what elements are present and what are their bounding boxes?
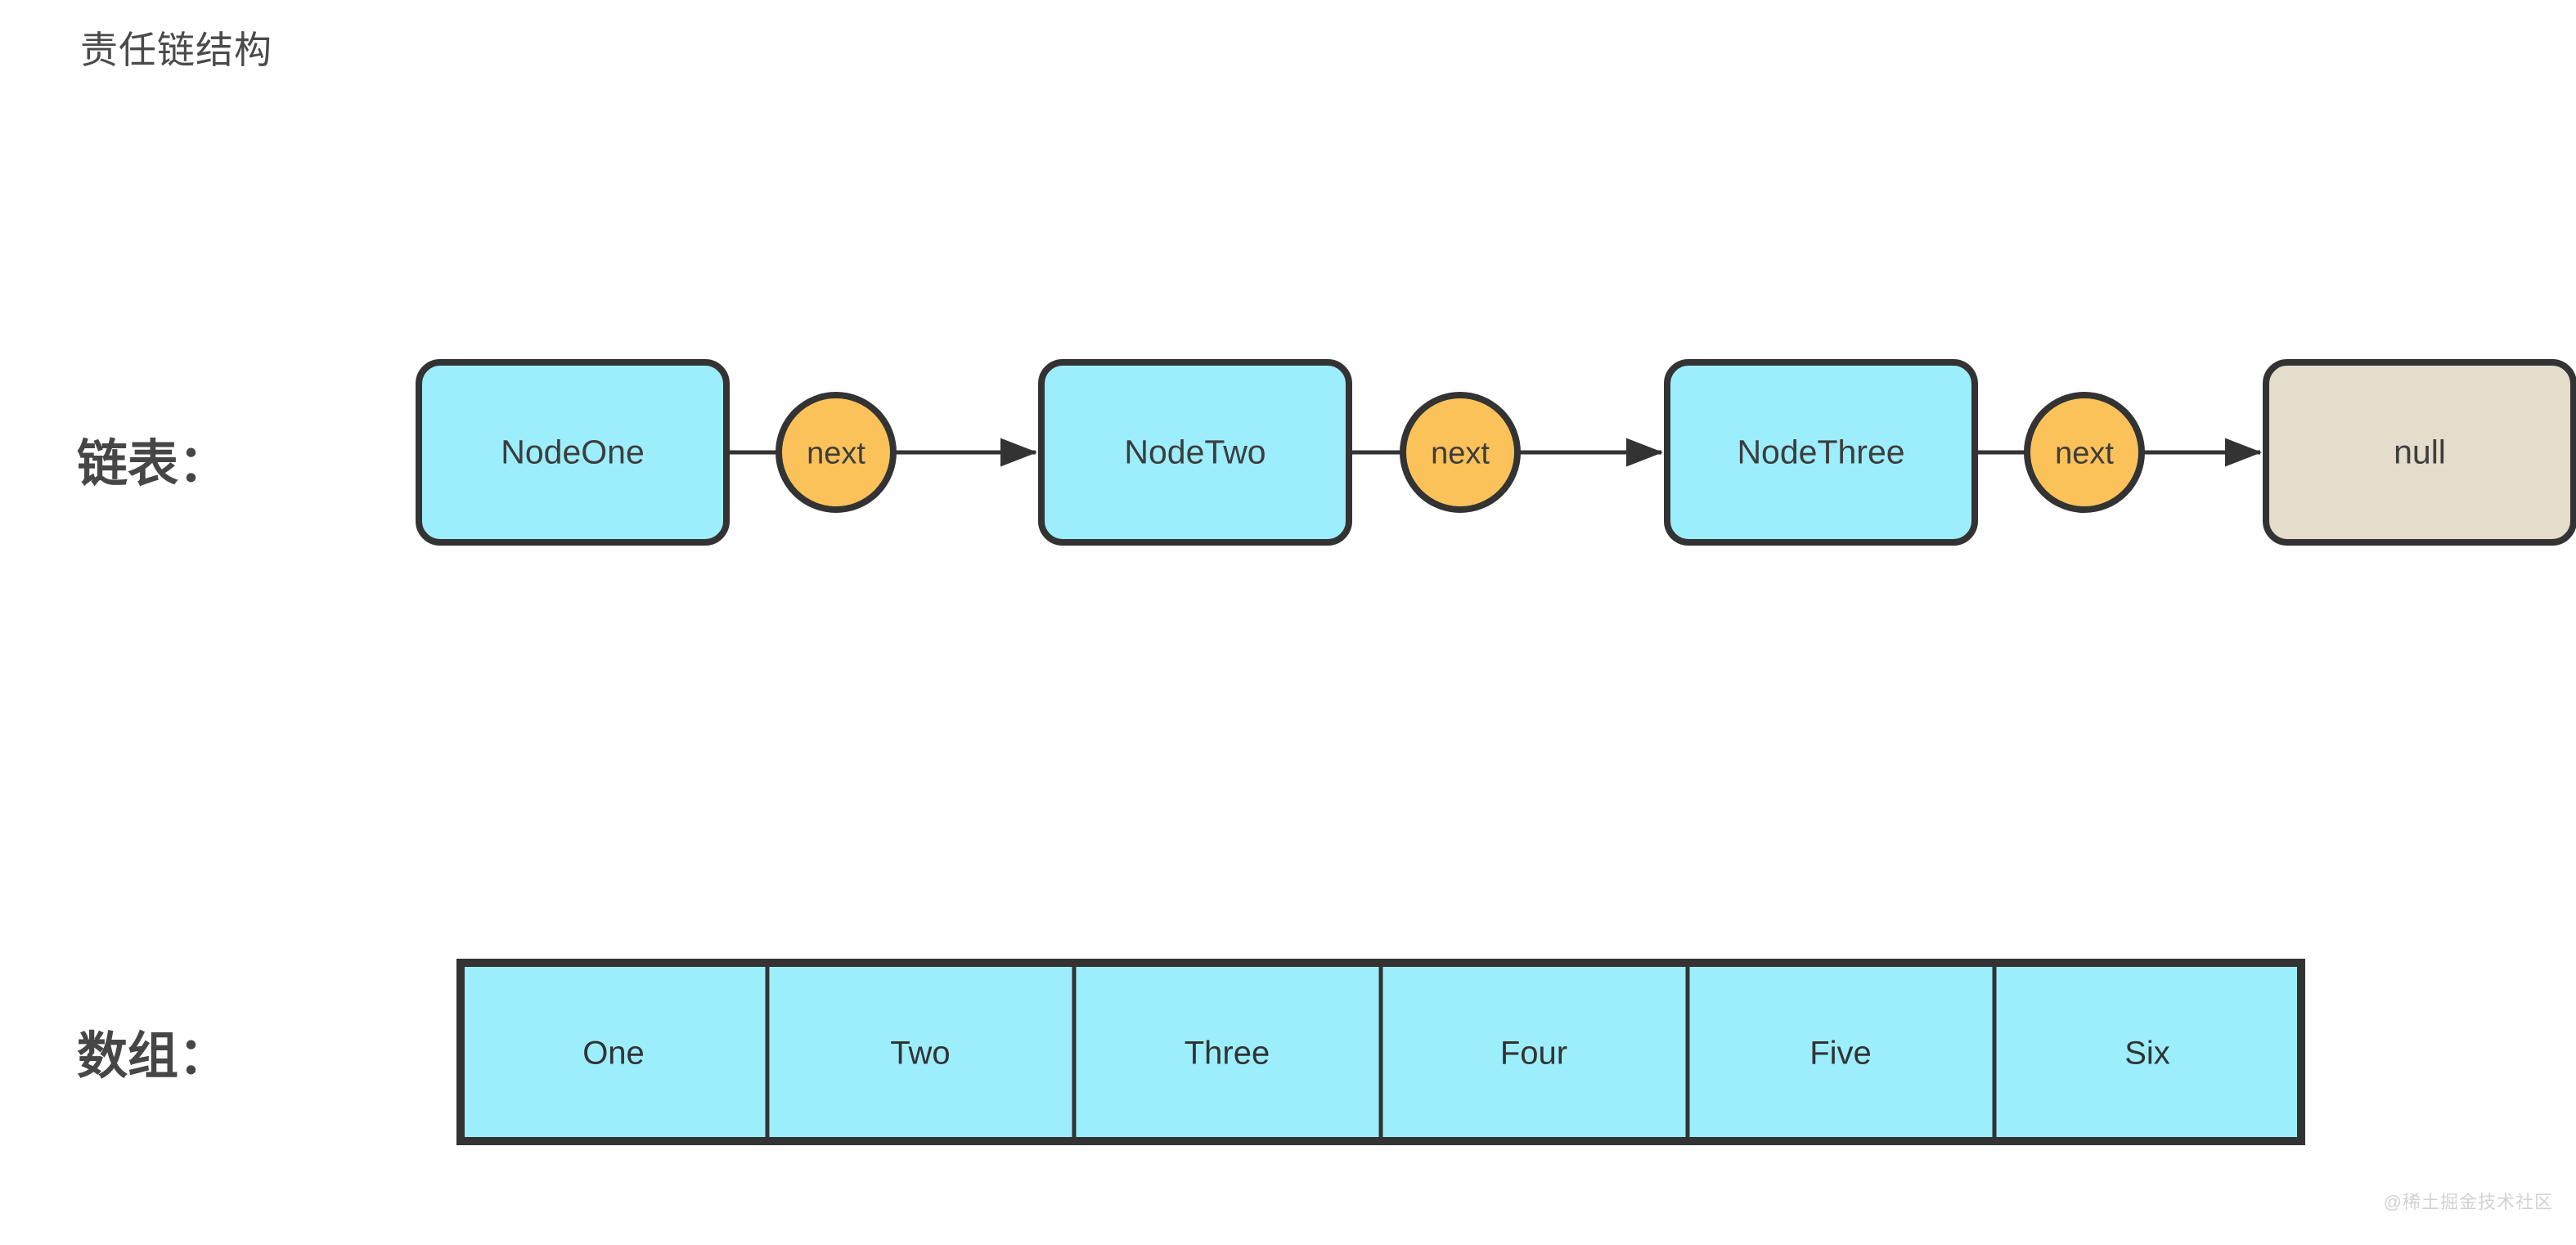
next-label-2: next <box>1431 436 1490 471</box>
diagram-shapes-layer <box>416 359 2576 1145</box>
array-cell-label-5: Five <box>1809 1035 1872 1072</box>
array-cell-label-6: Six <box>2124 1035 2170 1072</box>
array-cell-label-4: Four <box>1499 1035 1568 1072</box>
watermark: @稀土掘金技术社区 <box>2383 1192 2553 1212</box>
node-label-nodetwo: NodeTwo <box>1124 433 1266 471</box>
next-label-1: next <box>807 436 865 471</box>
array-container <box>456 959 2305 1145</box>
next-label-3: next <box>2055 436 2114 471</box>
array-cell-label-2: Two <box>890 1035 951 1072</box>
node-label-null: null <box>2394 433 2446 471</box>
array-cell-label-1: One <box>582 1035 645 1072</box>
diagram-canvas: 责任链结构 链表： 数组： NodeOne NodeTwo NodeThree … <box>0 0 2576 1245</box>
node-label-nodeone: NodeOne <box>501 433 645 471</box>
array-cell-label-3: Three <box>1184 1035 1270 1072</box>
node-label-nodethree: NodeThree <box>1737 433 1905 471</box>
